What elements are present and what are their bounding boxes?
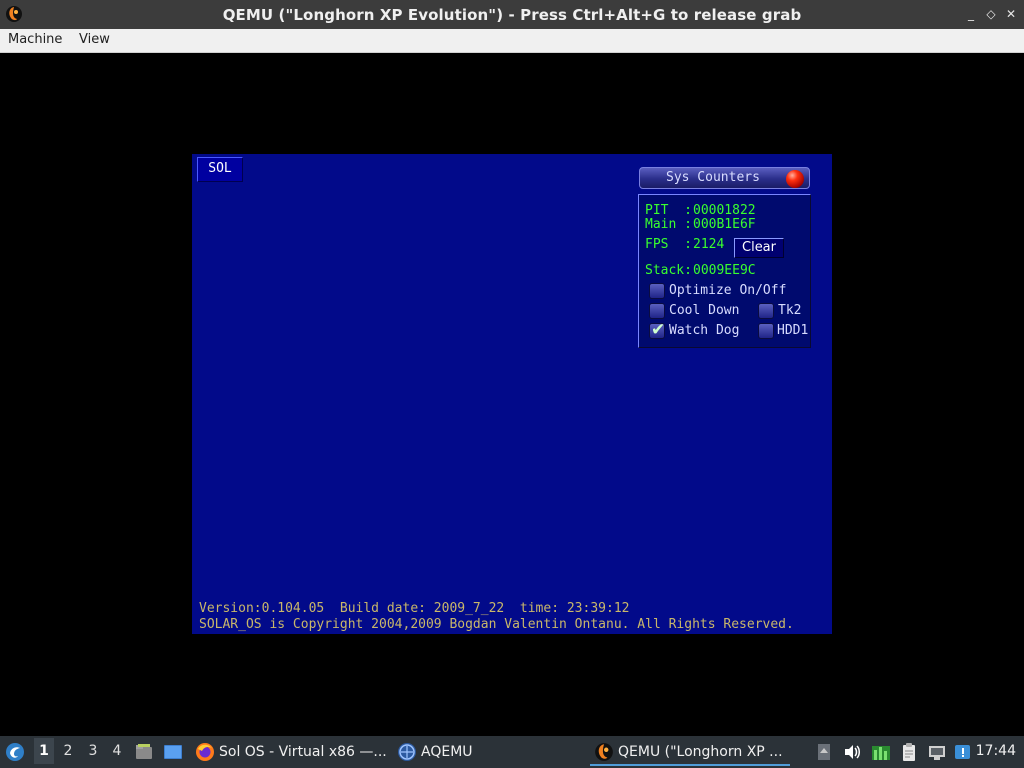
volume-icon[interactable] bbox=[842, 742, 862, 762]
desktop-icon[interactable] bbox=[163, 742, 183, 762]
pit-value: 00001822 bbox=[693, 203, 756, 218]
firefox-icon bbox=[196, 743, 214, 761]
task-firefox[interactable]: Sol OS - Virtual x86 —... bbox=[193, 738, 388, 766]
workspace-2[interactable]: 2 bbox=[61, 743, 75, 759]
cool-down-checkbox[interactable] bbox=[649, 303, 665, 319]
aqemu-icon bbox=[398, 743, 416, 761]
stack-label: Stack: bbox=[645, 263, 692, 278]
optimize-label: Optimize On/Off bbox=[669, 283, 787, 298]
taskbar: 1 2 3 4 Sol OS - Virtual x86 —... AQEMU bbox=[0, 736, 1024, 768]
clear-button[interactable]: Clear bbox=[734, 238, 784, 258]
sys-counters-titlebar[interactable]: Sys Counters bbox=[639, 167, 810, 189]
fps-value: 2124 bbox=[693, 237, 725, 252]
task-qemu[interactable]: QEMU ("Longhorn XP ... bbox=[590, 738, 790, 766]
scroll-up-icon[interactable] bbox=[814, 742, 834, 762]
restore-button[interactable]: ◇ bbox=[982, 5, 1000, 23]
clock: 17:44 bbox=[975, 743, 1016, 759]
start-menu-icon[interactable] bbox=[5, 742, 25, 762]
file-manager-icon[interactable] bbox=[134, 742, 154, 762]
main-label: Main : bbox=[645, 217, 692, 232]
task-qemu-label: QEMU ("Longhorn XP ... bbox=[618, 744, 783, 760]
menu-machine[interactable]: Machine bbox=[8, 32, 62, 47]
version-line: Version:0.104.05 Build date: 2009_7_22 t… bbox=[199, 601, 630, 616]
task-aqemu-label: AQEMU bbox=[421, 744, 473, 760]
task-aqemu[interactable]: AQEMU bbox=[395, 738, 495, 766]
qemu-icon bbox=[595, 743, 613, 761]
main-value: 000B1E6F bbox=[693, 217, 756, 232]
hdd1-label: HDD1 bbox=[777, 323, 809, 338]
copyright-line: SOLAR_OS is Copyright 2004,2009 Bogdan V… bbox=[199, 617, 794, 632]
tk2-checkbox[interactable] bbox=[758, 303, 774, 319]
optimize-checkbox[interactable] bbox=[649, 283, 665, 299]
window-title: QEMU ("Longhorn XP Evolution") - Press C… bbox=[222, 6, 802, 24]
sys-counters-title: Sys Counters bbox=[666, 170, 760, 185]
workspace-1[interactable]: 1 bbox=[34, 738, 54, 764]
fps-label: FPS : bbox=[645, 237, 692, 252]
watch-dog-label: Watch Dog bbox=[669, 323, 740, 338]
cool-down-label: Cool Down bbox=[669, 303, 740, 318]
hdd1-checkbox[interactable] bbox=[758, 323, 774, 339]
stack-value: 0009EE9C bbox=[693, 263, 756, 278]
menu-view[interactable]: View bbox=[79, 32, 110, 47]
close-button[interactable]: ✕ bbox=[1002, 5, 1020, 23]
workspace-3[interactable]: 3 bbox=[86, 743, 100, 759]
pit-label: PIT : bbox=[645, 203, 692, 218]
window-titlebar[interactable]: QEMU ("Longhorn XP Evolution") - Press C… bbox=[0, 0, 1024, 29]
notification-icon[interactable] bbox=[953, 742, 973, 762]
sol-tab[interactable]: SOL bbox=[197, 157, 243, 182]
minimize-button[interactable]: _ bbox=[962, 5, 980, 23]
cpu-monitor-icon[interactable] bbox=[871, 742, 891, 762]
task-firefox-label: Sol OS - Virtual x86 —... bbox=[219, 744, 387, 760]
network-icon[interactable] bbox=[927, 742, 947, 762]
workspace-4[interactable]: 4 bbox=[110, 743, 124, 759]
checkmark-icon: ✔ bbox=[651, 320, 666, 340]
menubar: Machine View bbox=[0, 29, 1024, 53]
tk2-label: Tk2 bbox=[778, 303, 802, 318]
close-ball-icon[interactable] bbox=[786, 170, 804, 188]
watch-dog-checkbox[interactable]: ✔ bbox=[649, 320, 666, 340]
clipboard-icon[interactable] bbox=[899, 742, 919, 762]
